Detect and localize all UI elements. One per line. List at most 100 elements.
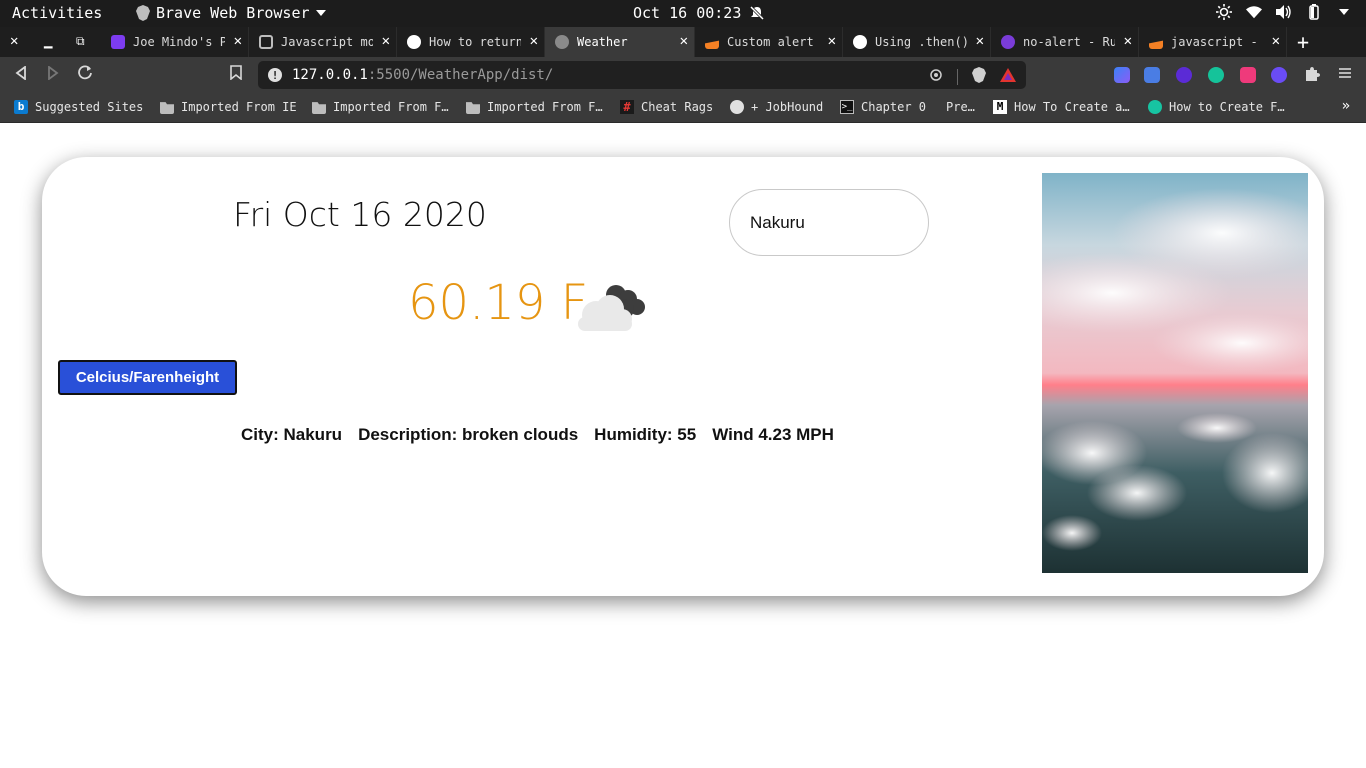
volume-icon[interactable] bbox=[1276, 4, 1292, 20]
bookmark-how-to-create-f[interactable]: How to Create F… bbox=[1148, 100, 1285, 114]
browser-toolbar: ! 127.0.0.1:5500/WeatherApp/dist/ bbox=[0, 57, 1366, 93]
address-bar[interactable]: ! 127.0.0.1:5500/WeatherApp/dist/ bbox=[258, 61, 1026, 89]
tab-title: How to return bbox=[429, 35, 521, 49]
tab-close-icon[interactable]: ✕ bbox=[976, 33, 984, 49]
site-info-icon[interactable]: ! bbox=[268, 68, 282, 82]
globe-icon bbox=[730, 100, 744, 114]
extension-pink-icon[interactable] bbox=[1240, 67, 1256, 83]
tab-title: no-alert - Ru bbox=[1023, 35, 1115, 49]
extensions-puzzle-icon[interactable] bbox=[1304, 66, 1320, 86]
sky-clouds-photo bbox=[1042, 173, 1308, 573]
bookmark-label: Imported From F… bbox=[487, 100, 603, 114]
forward-icon[interactable] bbox=[46, 65, 60, 84]
wifi-icon[interactable] bbox=[1246, 4, 1262, 20]
bookmark-how-to-create-a[interactable]: M How To Create a… bbox=[993, 100, 1130, 114]
folder-icon bbox=[160, 102, 174, 114]
tab-4[interactable]: Custom alert ✕ bbox=[695, 27, 843, 57]
bookmark-cheat-rags[interactable]: # Cheat Rags bbox=[620, 100, 713, 114]
teal-site-icon bbox=[1148, 100, 1162, 114]
tab-title: Weather bbox=[577, 35, 628, 49]
hash-icon: # bbox=[620, 100, 634, 114]
brightness-icon[interactable] bbox=[1216, 4, 1232, 20]
folder-icon bbox=[312, 102, 326, 114]
tab-close-icon[interactable]: ✕ bbox=[234, 33, 242, 49]
city-search-input[interactable] bbox=[729, 189, 929, 256]
extension-purple-icon[interactable] bbox=[1176, 67, 1192, 83]
window-restore-icon[interactable]: ⧉ bbox=[76, 34, 85, 49]
tab-2[interactable]: How to return ✕ bbox=[397, 27, 545, 57]
folder-icon bbox=[466, 102, 480, 114]
tab-close-icon[interactable]: ✕ bbox=[530, 33, 538, 49]
humidity-detail: Humidity: 55 bbox=[594, 425, 697, 444]
extension-violet-icon[interactable] bbox=[1271, 67, 1287, 83]
chevron-down-icon bbox=[315, 10, 326, 16]
temperature-value: 60.19 F bbox=[408, 275, 589, 331]
bookmark-suggested-sites[interactable]: b Suggested Sites bbox=[14, 100, 143, 114]
tab-close-icon[interactable]: ✕ bbox=[680, 33, 688, 49]
grammarly-icon[interactable] bbox=[1208, 67, 1224, 83]
activities-button[interactable]: Activities bbox=[12, 4, 102, 22]
web-page: Fri Oct 16 2020 60.19 F Celcius/Farenhei… bbox=[0, 124, 1366, 768]
bookmark-label: How to Create F… bbox=[1169, 100, 1285, 114]
clock[interactable]: Oct 16 00:23 bbox=[633, 4, 765, 22]
location-target-icon[interactable] bbox=[929, 68, 943, 86]
tab-globe-icon bbox=[555, 35, 569, 49]
date-heading: Fri Oct 16 2020 bbox=[233, 195, 487, 234]
weather-details: City: Nakuru Description: broken clouds … bbox=[241, 425, 834, 445]
weather-card: Fri Oct 16 2020 60.19 F Celcius/Farenhei… bbox=[42, 157, 1324, 596]
divider bbox=[957, 69, 958, 85]
bookmark-folder-imported-f-2[interactable]: Imported From F… bbox=[466, 100, 603, 114]
bookmarks-bar: b Suggested Sites Imported From IE Impor… bbox=[0, 93, 1366, 123]
tab-3-active[interactable]: Weather ✕ bbox=[545, 27, 695, 57]
url-host: 127.0.0.1 bbox=[292, 67, 368, 83]
tab-favicon-icon bbox=[1001, 35, 1015, 49]
bookmarks-overflow-chevron-icon[interactable]: » bbox=[1342, 98, 1350, 114]
city-detail: City: Nakuru bbox=[241, 425, 343, 444]
tab-strip: ✕ ▁ ⧉ Joe Mindo's P ✕ Javascript mo ✕ Ho… bbox=[0, 27, 1366, 57]
app-name: Brave Web Browser bbox=[156, 4, 310, 22]
tab-7[interactable]: javascript - ✕ bbox=[1139, 27, 1287, 57]
brave-shields-icon[interactable] bbox=[972, 67, 986, 87]
reload-icon[interactable] bbox=[78, 65, 93, 84]
bookmark-label: How To Create a… bbox=[1014, 100, 1130, 114]
brave-lion-icon bbox=[136, 5, 150, 21]
tab-title: Joe Mindo's P bbox=[133, 35, 225, 49]
tab-title: javascript - bbox=[1171, 35, 1258, 49]
menu-hamburger-icon[interactable] bbox=[1338, 65, 1352, 84]
tab-title: Javascript mo bbox=[281, 35, 373, 49]
brave-rewards-icon[interactable] bbox=[1000, 68, 1016, 86]
new-tab-plus-icon[interactable]: + bbox=[1297, 30, 1309, 54]
system-top-bar: Activities Brave Web Browser Oct 16 00:2… bbox=[0, 0, 1366, 27]
terminal-icon: >_ bbox=[840, 100, 854, 114]
system-menu-chevron-icon[interactable] bbox=[1336, 4, 1352, 20]
bookmark-label: Chapter 0 bbox=[861, 100, 927, 114]
window-close-icon[interactable]: ✕ bbox=[10, 33, 18, 49]
tab-5[interactable]: Using .then() ✕ bbox=[843, 27, 991, 57]
tab-1[interactable]: Javascript mo ✕ bbox=[249, 27, 397, 57]
description-detail: Description: broken clouds bbox=[358, 425, 579, 444]
tab-0[interactable]: Joe Mindo's P ✕ bbox=[101, 27, 249, 57]
bookmark-folder-imported-f-1[interactable]: Imported From F… bbox=[312, 100, 449, 114]
tab-6[interactable]: no-alert - Ru ✕ bbox=[991, 27, 1139, 57]
battery-icon[interactable] bbox=[1306, 4, 1322, 20]
wind-detail: Wind 4.23 MPH bbox=[712, 425, 834, 444]
bookmark-icon[interactable] bbox=[230, 65, 242, 84]
app-menu[interactable]: Brave Web Browser bbox=[136, 4, 326, 22]
google-translate-icon[interactable] bbox=[1144, 67, 1160, 83]
bookmark-folder-imported-ie[interactable]: Imported From IE bbox=[160, 100, 297, 114]
bookmark-chapter-0[interactable]: >_ Chapter 0 bbox=[840, 100, 926, 114]
tab-favicon-icon bbox=[853, 35, 867, 49]
bookmark-label: Imported From F… bbox=[333, 100, 449, 114]
back-icon[interactable] bbox=[14, 65, 28, 84]
extension-multicolor-icon[interactable] bbox=[1114, 67, 1130, 83]
window-minimize-icon[interactable]: ▁ bbox=[44, 33, 52, 49]
system-tray[interactable] bbox=[1216, 4, 1352, 20]
bookmark-pre[interactable]: Pre… bbox=[946, 100, 975, 114]
toggle-units-button[interactable]: Celcius/Farenheight bbox=[58, 360, 237, 395]
bookmark-label: Pre… bbox=[946, 100, 975, 114]
bookmark-jobhound[interactable]: + JobHound bbox=[730, 100, 823, 114]
tab-close-icon[interactable]: ✕ bbox=[1124, 33, 1132, 49]
tab-close-icon[interactable]: ✕ bbox=[828, 33, 836, 49]
tab-close-icon[interactable]: ✕ bbox=[382, 33, 390, 49]
tab-close-icon[interactable]: ✕ bbox=[1272, 33, 1280, 49]
